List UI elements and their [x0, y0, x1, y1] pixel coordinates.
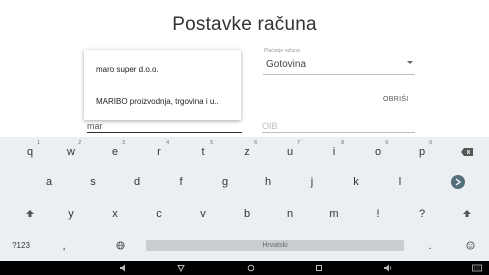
arrow-right-icon: [455, 178, 462, 186]
delete-button[interactable]: OBRIŠI: [383, 96, 409, 103]
shift-key[interactable]: [18, 203, 42, 225]
shift-arrow-icon: [463, 210, 471, 217]
space-bar[interactable]: Hrvatski: [146, 240, 404, 251]
key-d[interactable]: d: [125, 171, 149, 193]
key-z[interactable]: z6: [235, 140, 259, 163]
key-comma[interactable]: ,: [52, 235, 76, 257]
shift-key-right[interactable]: [455, 203, 479, 225]
symbols-key[interactable]: ?123: [6, 235, 36, 257]
language-key[interactable]: [108, 235, 132, 257]
key-period[interactable]: .: [418, 235, 442, 257]
page-title: Postavke računa: [172, 14, 317, 35]
key-c[interactable]: c: [147, 203, 171, 225]
key-v[interactable]: v: [191, 203, 215, 225]
payment-select[interactable]: Gotovina: [263, 56, 415, 75]
oib-input-underline: [262, 132, 415, 133]
key-x[interactable]: x: [103, 203, 127, 225]
key-q[interactable]: q1: [18, 140, 42, 163]
backspace-icon: [461, 148, 473, 156]
recents-icon[interactable]: [314, 264, 324, 272]
emoji-icon: [465, 241, 475, 250]
back-icon[interactable]: [176, 264, 186, 272]
key-question[interactable]: ?: [410, 203, 434, 225]
autocomplete-item[interactable]: MARIBO proizvodnja, trgovina i u..: [96, 97, 219, 106]
key-j[interactable]: j: [300, 171, 324, 193]
key-exclamation[interactable]: !: [366, 203, 390, 225]
key-a[interactable]: a: [37, 171, 61, 193]
backspace-key[interactable]: [455, 141, 479, 163]
key-o[interactable]: o9: [366, 140, 390, 163]
company-input-underline: [87, 132, 242, 133]
key-f[interactable]: f: [169, 171, 193, 193]
volume-down-icon[interactable]: [119, 264, 129, 272]
key-l[interactable]: l: [388, 171, 412, 193]
company-search-input[interactable]: [87, 119, 240, 132]
key-b[interactable]: b: [235, 203, 259, 225]
chevron-down-icon: [407, 61, 413, 64]
volume-up-icon[interactable]: [383, 264, 393, 272]
payment-label: Plaćanje računa: [264, 48, 300, 54]
key-s[interactable]: s: [81, 171, 105, 193]
key-t[interactable]: t5: [191, 140, 215, 163]
payment-value: Gotovina: [266, 59, 307, 70]
emoji-key[interactable]: [458, 235, 482, 257]
key-n[interactable]: n: [278, 203, 302, 225]
shift-arrow-icon: [26, 210, 34, 217]
key-y[interactable]: y: [59, 203, 83, 225]
key-p[interactable]: p0: [410, 140, 434, 163]
key-w[interactable]: w2: [59, 140, 83, 163]
key-r[interactable]: r4: [147, 140, 171, 163]
system-navigation-bar: [0, 261, 489, 275]
autocomplete-dropdown: maro super d.o.o. MARIBO proizvodnja, tr…: [84, 50, 241, 120]
key-h[interactable]: h: [256, 171, 280, 193]
autocomplete-item[interactable]: maro super d.o.o.: [96, 65, 159, 74]
key-u[interactable]: u7: [278, 140, 302, 163]
key-m[interactable]: m: [322, 203, 346, 225]
key-g[interactable]: g: [213, 171, 237, 193]
globe-icon: [115, 241, 125, 250]
enter-key[interactable]: [451, 175, 465, 189]
key-k[interactable]: k: [344, 171, 368, 193]
key-i[interactable]: i8: [322, 140, 346, 163]
home-icon[interactable]: [246, 264, 256, 272]
key-e[interactable]: e3: [103, 140, 127, 163]
oib-input[interactable]: [262, 119, 414, 132]
keyboard-icon[interactable]: [472, 264, 482, 272]
